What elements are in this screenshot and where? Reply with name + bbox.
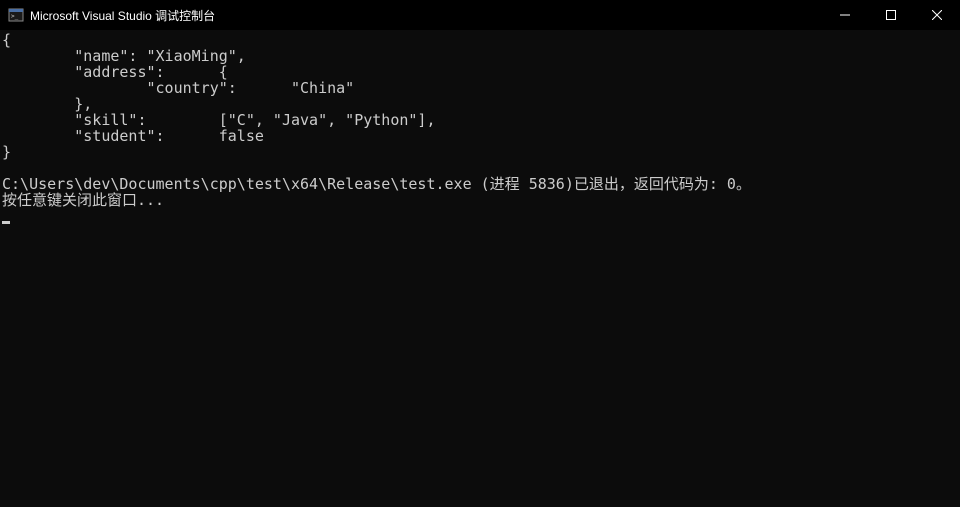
window-title: Microsoft Visual Studio 调试控制台 (30, 7, 215, 24)
console-app-icon: >_ (8, 7, 24, 23)
minimize-button[interactable] (822, 0, 868, 30)
console-line: 按任意键关闭此窗口... (2, 191, 164, 209)
maximize-button[interactable] (868, 0, 914, 30)
titlebar-left: >_ Microsoft Visual Studio 调试控制台 (8, 7, 215, 24)
window-controls (822, 0, 960, 30)
text-cursor (2, 221, 10, 224)
console-output[interactable]: { "name": "XiaoMing", "address": { "coun… (0, 30, 960, 507)
console-line: } (2, 143, 11, 161)
close-button[interactable] (914, 0, 960, 30)
console-line: "student": false (2, 127, 264, 145)
svg-text:>_: >_ (11, 13, 19, 20)
titlebar: >_ Microsoft Visual Studio 调试控制台 (0, 0, 960, 30)
